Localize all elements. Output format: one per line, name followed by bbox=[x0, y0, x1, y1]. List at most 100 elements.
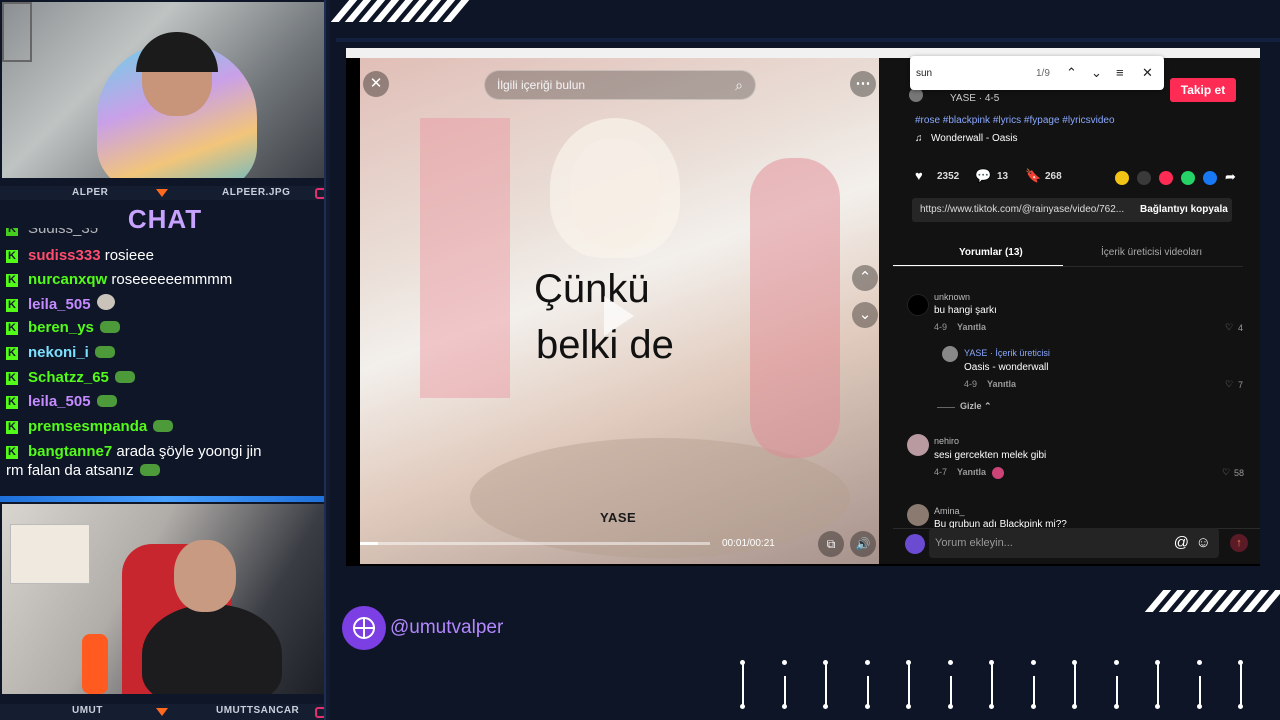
chat-message: Kleila_505 bbox=[6, 294, 115, 313]
author-avatar[interactable] bbox=[909, 88, 923, 102]
like-count: 2352 bbox=[937, 171, 960, 182]
equalizer-dot bbox=[740, 660, 745, 665]
comment-text: Oasis - wonderwall bbox=[964, 362, 1049, 373]
comment-like-count: 7 bbox=[1238, 380, 1244, 390]
heart-icon[interactable]: ♡ bbox=[1225, 322, 1233, 333]
related-search-input[interactable]: İlgili içeriği bulun ⌕ bbox=[484, 70, 756, 100]
post-comment-button[interactable]: ↑ bbox=[1230, 534, 1248, 552]
avatar[interactable] bbox=[942, 346, 958, 362]
equalizer-dot bbox=[1030, 704, 1036, 709]
previous-video-icon[interactable]: ⌃ bbox=[852, 265, 878, 291]
equalizer-dot bbox=[823, 704, 828, 709]
chevron-down-icon[interactable]: ⌄ bbox=[1091, 65, 1102, 81]
comment-input[interactable]: Yorum ekleyin... @ ☺ bbox=[929, 528, 1219, 558]
chat-username: bangtanne7 bbox=[28, 443, 113, 460]
find-in-page-bar: sun 1/9 ⌃ ⌄ ≡ ✕ bbox=[910, 56, 1164, 90]
more-options-icon[interactable]: ⋯ bbox=[850, 71, 876, 97]
equalizer-dot bbox=[1196, 660, 1202, 665]
tab-creator-videos[interactable]: İçerik üreticisi videoları bbox=[1101, 247, 1202, 258]
facebook-icon[interactable] bbox=[1203, 171, 1217, 185]
comment-text: sesi gercekten melek gibi bbox=[934, 450, 1047, 461]
right-stripes-decoration bbox=[1144, 590, 1280, 612]
mention-icon[interactable]: @ bbox=[1174, 528, 1189, 558]
close-icon[interactable]: ✕ bbox=[363, 71, 389, 97]
bookmark-icon[interactable]: 🔖 bbox=[1025, 168, 1041, 184]
equalizer-dot bbox=[1113, 704, 1119, 709]
equalizer-bar bbox=[1115, 676, 1118, 706]
comment-username[interactable]: YASE · İçerik üreticisi bbox=[964, 348, 1050, 358]
equalizer-bar bbox=[866, 676, 869, 706]
comment-icon[interactable]: 💬 bbox=[975, 168, 991, 184]
follow-button[interactable]: Takip et bbox=[1170, 78, 1236, 102]
equalizer-bar bbox=[1240, 662, 1242, 706]
equalizer-dot bbox=[989, 660, 994, 665]
equalizer-bar bbox=[1074, 662, 1076, 706]
chat-message: K Schatzz_65 bbox=[6, 369, 135, 386]
chat-message: Kbangtanne7 arada şöyle yoongi jin bbox=[6, 443, 261, 460]
avatar[interactable] bbox=[907, 434, 929, 456]
kick-badge-icon: K bbox=[6, 228, 18, 236]
hashtags[interactable]: #rose #blackpink #lyrics #fypage #lyrics… bbox=[915, 115, 1115, 126]
close-icon[interactable]: ✕ bbox=[1142, 65, 1153, 81]
equalizer-dot bbox=[864, 704, 870, 709]
like-icon[interactable]: ♥ bbox=[915, 168, 923, 183]
coin-icon[interactable] bbox=[1115, 171, 1129, 185]
comment-username[interactable]: nehiro bbox=[934, 436, 959, 446]
find-count: 1/9 bbox=[1036, 68, 1050, 79]
save-count: 268 bbox=[1045, 171, 1062, 182]
chat-username: leila_505 bbox=[28, 393, 91, 410]
equalizer-dot bbox=[1155, 660, 1160, 665]
emoji-avatar-icon[interactable] bbox=[905, 534, 925, 554]
search-icon[interactable]: ⌕ bbox=[735, 71, 743, 99]
kick-badge-icon: K bbox=[6, 347, 18, 360]
chat-message: Kberen_ys bbox=[6, 319, 120, 336]
picture-in-picture-icon[interactable]: ⧉ bbox=[818, 531, 844, 557]
divider bbox=[0, 496, 330, 502]
heart-icon[interactable]: ♡ bbox=[1222, 467, 1230, 478]
hide-replies-button[interactable]: Gizle ⌃ bbox=[960, 401, 992, 412]
whatsapp-icon[interactable] bbox=[1181, 171, 1195, 185]
next-video-icon[interactable]: ⌄ bbox=[852, 302, 878, 328]
filter-icon[interactable]: ≡ bbox=[1116, 65, 1124, 80]
equalizer-dot bbox=[906, 660, 911, 665]
emoji-icon[interactable]: ☺ bbox=[1196, 528, 1211, 558]
reply-button[interactable]: Yanıtla bbox=[957, 467, 986, 477]
embed-icon[interactable] bbox=[1137, 171, 1151, 185]
frog-emote-icon bbox=[96, 395, 117, 407]
copy-link-button[interactable]: Bağlantıyı kopyala bbox=[1140, 204, 1228, 215]
equalizer-bar bbox=[991, 662, 993, 706]
find-input[interactable]: sun bbox=[916, 68, 932, 79]
share-arrow-icon[interactable]: ➦ bbox=[1225, 169, 1236, 185]
equalizer-dot bbox=[1238, 704, 1243, 709]
tab-comments[interactable]: Yorumlar (13) bbox=[959, 247, 1023, 258]
reply-button[interactable]: Yanıtla bbox=[957, 322, 986, 332]
hide-line bbox=[937, 407, 955, 408]
sound-name[interactable]: Wonderwall - Oasis bbox=[931, 133, 1018, 144]
video-progress-bar[interactable] bbox=[360, 542, 710, 545]
window-frame bbox=[2, 2, 32, 62]
send-icon[interactable] bbox=[1159, 171, 1173, 185]
chat-message-partial: K Sudiss_35 bbox=[6, 228, 98, 237]
equalizer-dot bbox=[906, 704, 911, 709]
volume-icon[interactable]: 🔊 bbox=[850, 531, 876, 557]
kick-badge-icon: K bbox=[6, 372, 18, 385]
reply-button[interactable]: Yanıtla bbox=[987, 379, 1016, 389]
comment-username[interactable]: Amina_ bbox=[934, 506, 965, 516]
heart-icon[interactable]: ♡ bbox=[1225, 379, 1233, 390]
comment-count: 13 bbox=[997, 171, 1009, 182]
comment-date: 4-9 bbox=[934, 322, 948, 332]
chat-username: nekoni_i bbox=[28, 344, 89, 361]
avatar[interactable] bbox=[907, 294, 929, 316]
avatar[interactable] bbox=[907, 504, 929, 526]
chevron-up-icon[interactable]: ⌃ bbox=[1066, 65, 1077, 81]
video-player[interactable]: ✕ İlgili içeriği bulun ⌕ ⋯ ⌃ ⌄ Çünkü bel… bbox=[360, 58, 879, 564]
equalizer-dot bbox=[1155, 704, 1160, 709]
bottom-cam-right-label: UMUTTSANCAR bbox=[216, 705, 300, 716]
equalizer-dot bbox=[989, 704, 994, 709]
comment-username[interactable]: unknown bbox=[934, 292, 970, 302]
chat-message: Ksudiss333 rosieee bbox=[6, 247, 154, 264]
top-stripes-decoration bbox=[330, 0, 470, 22]
chat-username: Schatzz_65 bbox=[28, 369, 109, 386]
play-icon[interactable] bbox=[604, 296, 634, 336]
chat-message: Kpremsesmpanda bbox=[6, 418, 174, 435]
